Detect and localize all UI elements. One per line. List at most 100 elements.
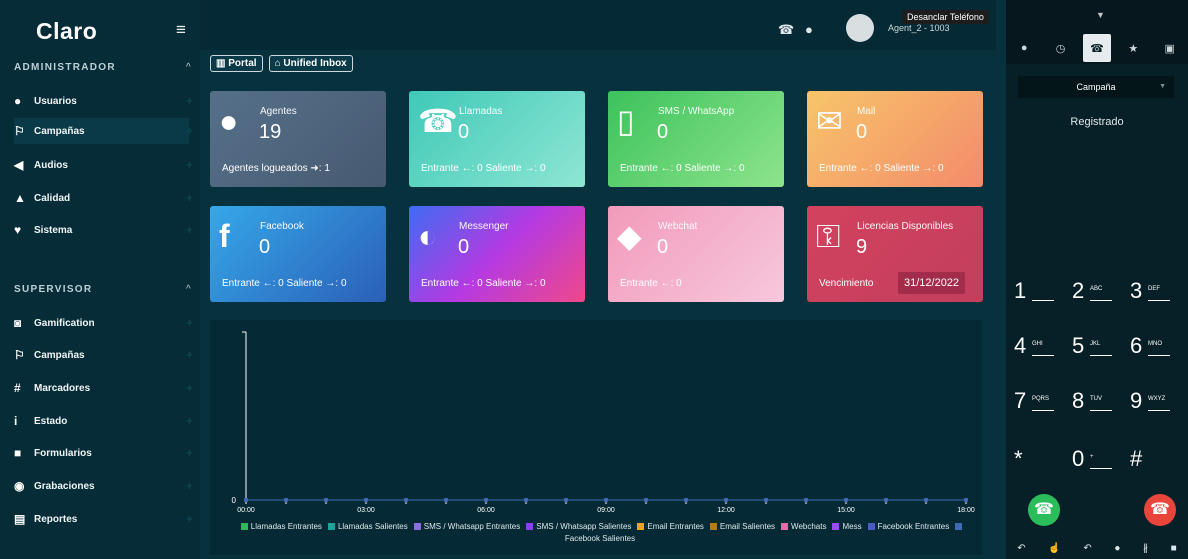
dialpad-underline bbox=[1148, 300, 1170, 301]
dialpad-underline bbox=[1032, 355, 1054, 356]
menu-icon[interactable]: ≡ bbox=[176, 20, 186, 40]
info-icon: i bbox=[14, 414, 18, 428]
sidebar-item-estado[interactable]: i Estado + bbox=[14, 408, 193, 434]
card-llamadas[interactable]: ☎ Llamadas 0 Entrante ←: 0 Saliente →: 0 bbox=[409, 91, 585, 187]
plus-icon[interactable]: + bbox=[186, 512, 193, 526]
sidebar-item-campanas[interactable]: ⚐ Campañas + bbox=[14, 118, 193, 144]
messenger-icon: ◐ bbox=[418, 218, 438, 254]
dialpad-key[interactable]: * bbox=[1014, 446, 1074, 480]
chevron-up-icon[interactable]: ^ bbox=[186, 284, 191, 295]
plus-icon[interactable]: + bbox=[186, 223, 193, 237]
star-icon[interactable]: ★ bbox=[1119, 34, 1147, 62]
hangup-button[interactable]: ☎ bbox=[1144, 494, 1176, 526]
plus-icon[interactable]: + bbox=[186, 446, 193, 460]
legend-item[interactable]: Email Entrantes bbox=[631, 522, 704, 531]
card-value: 0 bbox=[458, 121, 470, 143]
plus-icon[interactable]: + bbox=[186, 381, 193, 395]
tab-portal[interactable]: ▥ Portal bbox=[210, 55, 263, 72]
softphone-panel: ▼ ● ◷ ☎ ★ ▣ Campaña ▼ Registrado 1 2 ABC 3 DE… bbox=[1006, 0, 1188, 559]
legend-item[interactable]: SMS / Whatsapp Entrantes bbox=[408, 522, 520, 531]
video-icon[interactable]: ■ bbox=[1171, 543, 1177, 554]
card-agentes[interactable]: ● Agentes 19 Agentes logueados ➜: 1 bbox=[210, 91, 386, 187]
agent-label[interactable]: Agent_2 - 1003 bbox=[888, 23, 950, 33]
chevron-up-icon[interactable]: ^ bbox=[186, 62, 191, 73]
dialpad-key[interactable]: 5 JKL bbox=[1072, 333, 1132, 367]
card-mail[interactable]: ✉ Mail 0 Entrante ←: 0 Saliente →: 0 bbox=[807, 91, 983, 187]
dialpad-key[interactable]: 6 MNO bbox=[1130, 333, 1188, 367]
plus-icon[interactable]: + bbox=[186, 414, 193, 428]
sidebar-item-audios[interactable]: ◀ Audios + bbox=[14, 152, 193, 178]
phone-icon[interactable]: ☎ bbox=[778, 22, 794, 38]
sidebar-item-reportes[interactable]: ▤ Reportes + bbox=[14, 506, 193, 532]
reply-icon[interactable]: ↶ bbox=[1017, 543, 1025, 554]
legend-label: Facebook Salientes bbox=[564, 534, 636, 543]
avatar[interactable] bbox=[846, 14, 874, 42]
sidebar-item-marcadores[interactable]: # Marcadores + bbox=[14, 375, 193, 401]
plus-icon[interactable]: + bbox=[186, 316, 193, 330]
legend-item[interactable]: Llamadas Entrantes bbox=[235, 522, 322, 531]
dialpad-key[interactable]: 1 bbox=[1014, 278, 1074, 312]
card-webchat[interactable]: ◆ Webchat 0 Entrante ←: 0 bbox=[608, 206, 784, 302]
clock-icon[interactable]: ◷ bbox=[1047, 34, 1075, 62]
dialpad-key[interactable]: 2 ABC bbox=[1072, 278, 1132, 312]
legend-item[interactable]: Webchats bbox=[775, 522, 826, 531]
plus-icon[interactable]: + bbox=[186, 348, 193, 362]
plus-icon[interactable]: + bbox=[186, 124, 193, 138]
dialpad-digit: 1 bbox=[1014, 278, 1027, 303]
dialpad-underline bbox=[1032, 300, 1054, 301]
dialpad-underline bbox=[1148, 410, 1170, 411]
campaign-select[interactable]: Campaña ▼ bbox=[1018, 76, 1174, 98]
data-point bbox=[844, 498, 848, 502]
dialpad-key[interactable]: 0 + bbox=[1072, 446, 1132, 480]
data-point bbox=[524, 498, 528, 502]
legend-item[interactable]: Email Salientes bbox=[704, 522, 775, 531]
call-button[interactable]: ☎ bbox=[1028, 494, 1060, 526]
plus-icon[interactable]: + bbox=[186, 158, 193, 172]
hashtag-icon: # bbox=[14, 381, 21, 395]
plus-icon[interactable]: + bbox=[186, 94, 193, 108]
sidebar-item-sistema[interactable]: ♥ Sistema + bbox=[14, 217, 193, 243]
card-footer: Agentes logueados ➜: 1 bbox=[222, 163, 330, 174]
admin-section-header[interactable]: ADMINISTRADOR bbox=[14, 62, 116, 73]
pin-icon[interactable]: ▼ bbox=[1096, 10, 1105, 20]
sidebar-item-campanas-sup[interactable]: ⚐ Campañas + bbox=[14, 342, 193, 368]
dialpad-key[interactable]: # bbox=[1130, 446, 1188, 480]
tab-unified-inbox[interactable]: ⌂ Unified Inbox bbox=[268, 55, 353, 72]
legend-item[interactable]: Facebook Entrantes bbox=[862, 522, 949, 531]
dialpad-key[interactable]: 9 WXYZ bbox=[1130, 388, 1188, 422]
sidebar-item-grabaciones[interactable]: ◉ Grabaciones + bbox=[14, 473, 193, 499]
card-footer: Entrante ←: 0 bbox=[620, 278, 682, 289]
sidebar-item-formularios[interactable]: ■ Formularios + bbox=[14, 440, 193, 466]
pointer-icon[interactable]: ☝ bbox=[1048, 543, 1060, 554]
plus-icon[interactable]: + bbox=[186, 479, 193, 493]
chat-icon[interactable]: ● bbox=[805, 22, 813, 37]
contact-card-icon[interactable]: ▣ bbox=[1156, 34, 1184, 62]
user-icon[interactable]: ● bbox=[1010, 34, 1038, 62]
flag-icon: ⚐ bbox=[14, 124, 25, 138]
card-facebook[interactable]: f Facebook 0 Entrante ←: 0 Saliente →: 0 bbox=[210, 206, 386, 302]
legend-item[interactable]: Mess bbox=[826, 522, 862, 531]
dialpad-key[interactable]: 8 TUV bbox=[1072, 388, 1132, 422]
sidebar-item-calidad[interactable]: ▲ Calidad + bbox=[14, 185, 193, 211]
card-messenger[interactable]: ◐ Messenger 0 Entrante ←: 0 Saliente →: … bbox=[409, 206, 585, 302]
dialpad-digit: * bbox=[1014, 446, 1023, 471]
dialpad-key[interactable]: 3 DEF bbox=[1130, 278, 1188, 312]
dialpad-digit: 0 bbox=[1072, 446, 1085, 471]
card-sms-whatsapp[interactable]: ▯ SMS / WhatsApp 0 Entrante ←: 0 Salient… bbox=[608, 91, 784, 187]
phone-icon[interactable]: ☎ bbox=[1082, 34, 1111, 62]
dialpad-key[interactable]: 4 GHI bbox=[1014, 333, 1074, 367]
legend-item[interactable]: SMS / Whatsapp Salientes bbox=[520, 522, 631, 531]
sidebar-item-gamification[interactable]: ◙ Gamification + bbox=[14, 310, 193, 336]
card-licencias[interactable]: ⚿ Licencias Disponibles 9 Vencimiento 31… bbox=[807, 206, 983, 302]
microphone-off-icon[interactable]: ∦ bbox=[1143, 543, 1148, 554]
supervisor-section-header[interactable]: SUPERVISOR bbox=[14, 284, 92, 295]
plus-icon[interactable]: + bbox=[186, 191, 193, 205]
dialpad-key[interactable]: 7 PQRS bbox=[1014, 388, 1074, 422]
sidebar-item-usuarios[interactable]: ● Usuarios + bbox=[14, 88, 193, 114]
dialpad-digit: 9 bbox=[1130, 388, 1143, 413]
undo-icon[interactable]: ↶ bbox=[1083, 543, 1091, 554]
users-icon[interactable]: ● bbox=[1114, 543, 1120, 554]
card-title: Agentes bbox=[260, 106, 297, 117]
legend-swatch bbox=[867, 523, 875, 530]
legend-item[interactable]: Llamadas Salientes bbox=[322, 522, 408, 531]
